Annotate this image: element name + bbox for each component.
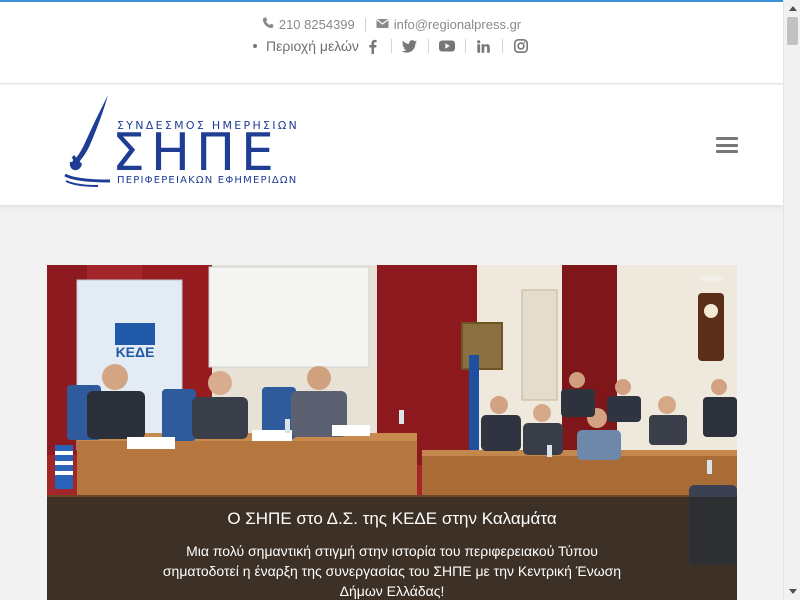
divider [390, 39, 392, 53]
youtube-icon[interactable] [438, 37, 456, 55]
phone-link[interactable]: 210 8254399 [262, 17, 355, 32]
scroll-thumb[interactable] [787, 17, 798, 45]
envelope-icon [376, 17, 389, 32]
divider [464, 39, 466, 53]
site-header: ΣΥΝΔΕΣΜΟΣ ΗΜΕΡΗΣΙΩΝ ΣΗΠΕ ΠΕΡΙΦΕΡΕΙΑΚΩΝ Ε… [0, 85, 783, 205]
logo-main-text: ΣΗΠΕ [112, 123, 280, 183]
menu-icon[interactable] [716, 137, 738, 153]
social-row: Περιοχή μελών [0, 37, 783, 55]
bullet [253, 44, 258, 48]
divider [364, 17, 366, 32]
site-logo[interactable]: ΣΥΝΔΕΣΜΟΣ ΗΜΕΡΗΣΙΩΝ ΣΗΠΕ ΠΕΡΙΦΕΡΕΙΑΚΩΝ Ε… [62, 93, 302, 189]
contact-row: 210 8254399 info@regionalpress.gr [0, 17, 783, 32]
linkedin-icon[interactable] [475, 37, 493, 55]
email-link[interactable]: info@regionalpress.gr [376, 17, 521, 32]
page-viewport: 210 8254399 info@regionalpress.gr Περιοχ… [0, 0, 783, 600]
instagram-icon[interactable] [512, 37, 530, 55]
hero-caption: Ο ΣΗΠΕ στο Δ.Σ. της ΚΕΔΕ στην Καλαμάτα Μ… [47, 497, 737, 600]
vertical-scrollbar[interactable] [783, 0, 800, 600]
logo-bottom-text: ΠΕΡΙΦΕΡΕΙΑΚΩΝ ΕΦΗΜΕΡΙΔΩΝ [117, 175, 298, 186]
hero-title[interactable]: Ο ΣΗΠΕ στο Δ.Σ. της ΚΕΔΕ στην Καλαμάτα [47, 509, 737, 529]
divider [501, 39, 503, 53]
hero-text: Μια πολύ σημαντική στιγμή στην ιστορία τ… [162, 543, 622, 599]
top-contact-bar: 210 8254399 info@regionalpress.gr Περιοχ… [0, 2, 783, 84]
facebook-icon[interactable] [364, 37, 382, 55]
scroll-up-arrow-icon[interactable] [784, 0, 800, 17]
members-area-link[interactable]: Περιοχή μελών [266, 38, 359, 54]
email-address: info@regionalpress.gr [393, 17, 522, 32]
phone-number: 210 8254399 [278, 17, 355, 32]
twitter-icon[interactable] [401, 37, 419, 55]
scroll-down-arrow-icon[interactable] [784, 583, 800, 600]
hero-slide[interactable]: ΚΕΔΕ Ο ΣΗΠΕ στο Δ.Σ. της ΚΕΔΕ στην Καλαμ… [47, 265, 737, 600]
banner-text: ΚΕΔΕ [116, 344, 155, 360]
divider [427, 39, 429, 53]
phone-icon [262, 17, 274, 32]
